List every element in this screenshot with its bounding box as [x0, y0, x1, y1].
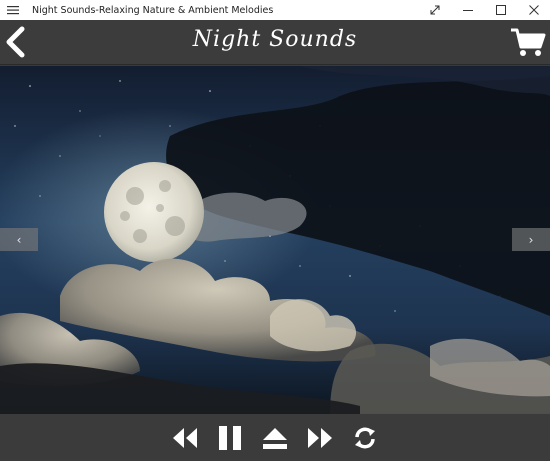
window-titlebar: Night Sounds-Relaxing Nature & Ambient M…	[0, 0, 550, 20]
repeat-icon	[355, 427, 375, 448]
rewind-button[interactable]	[169, 421, 202, 454]
expand-icon[interactable]	[418, 0, 451, 20]
next-image-button[interactable]: ›	[512, 228, 550, 251]
player-controls	[0, 414, 550, 461]
close-icon	[528, 5, 539, 15]
previous-image-button[interactable]: ‹	[0, 228, 38, 251]
pause-button[interactable]	[214, 421, 247, 454]
app-title: Night Sounds	[192, 27, 358, 52]
eject-icon	[263, 427, 287, 449]
eject-button[interactable]	[259, 421, 292, 454]
fast-forward-button[interactable]	[304, 421, 337, 454]
cart-button[interactable]	[510, 28, 546, 58]
rewind-icon	[173, 427, 197, 448]
pause-icon	[219, 425, 241, 450]
close-button[interactable]	[517, 0, 550, 20]
maximize-icon	[495, 5, 506, 15]
minimize-button[interactable]	[451, 0, 484, 20]
fast-forward-icon	[308, 427, 332, 448]
repeat-button[interactable]	[349, 421, 382, 454]
window-title: Night Sounds-Relaxing Nature & Ambient M…	[32, 4, 274, 16]
minimize-icon	[462, 10, 473, 11]
shopping-cart-icon	[511, 28, 546, 56]
hamburger-icon[interactable]	[0, 0, 26, 20]
night-sky-image	[0, 66, 550, 414]
app-header: Night Sounds	[0, 20, 550, 65]
maximize-button[interactable]	[484, 0, 517, 20]
scene-image: ‹ ›	[0, 66, 550, 414]
